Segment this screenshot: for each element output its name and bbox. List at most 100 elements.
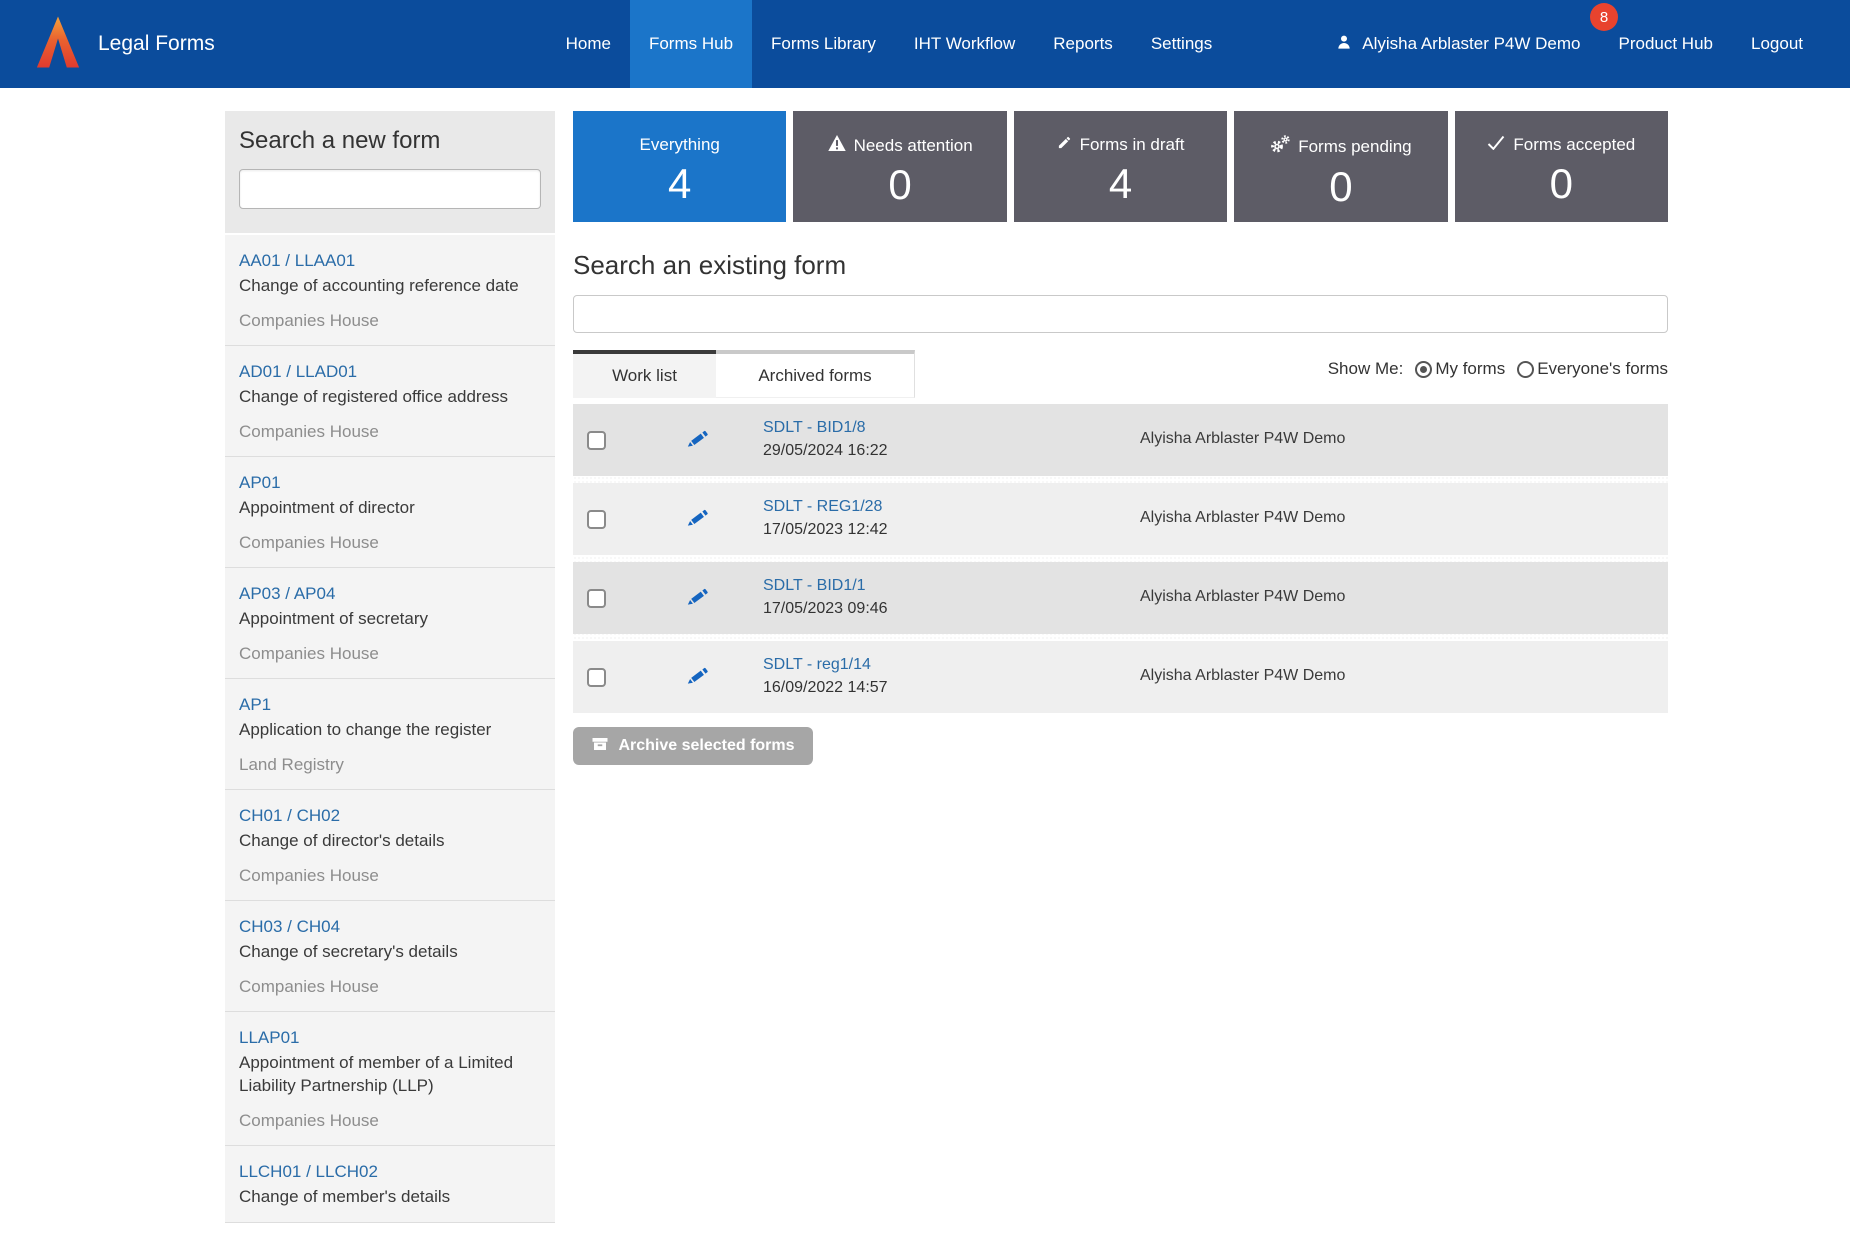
notification-badge[interactable]: 8 bbox=[1590, 3, 1618, 31]
list-item[interactable]: LLCH01 / LLCH02 Change of member's detai… bbox=[225, 1146, 555, 1223]
list-item[interactable]: AA01 / LLAA01 Change of accounting refer… bbox=[225, 235, 555, 346]
list-item[interactable]: CH03 / CH04 Change of secretary's detail… bbox=[225, 901, 555, 1012]
form-code-link[interactable]: AP1 bbox=[239, 695, 541, 715]
form-code-link[interactable]: LLCH01 / LLCH02 bbox=[239, 1162, 541, 1182]
main-nav: Home Forms Hub Forms Library IHT Workflo… bbox=[547, 0, 1822, 88]
table-row: SDLT - REG1/28 17/05/2023 12:42 Alyisha … bbox=[573, 483, 1668, 555]
tile-needs-attention[interactable]: Needs attention 0 bbox=[793, 111, 1006, 222]
tile-label: Forms pending bbox=[1234, 135, 1447, 158]
row-checkbox[interactable] bbox=[587, 431, 606, 450]
archive-box-icon bbox=[591, 735, 609, 758]
list-controls: Work list Archived forms Show Me: My for… bbox=[573, 349, 1668, 398]
list-item[interactable]: AD01 / LLAD01 Change of registered offic… bbox=[225, 346, 555, 457]
form-code-link[interactable]: CH01 / CH02 bbox=[239, 806, 541, 826]
nav-home[interactable]: Home bbox=[547, 0, 630, 88]
radio-my-forms[interactable]: My forms bbox=[1415, 359, 1505, 379]
row-checkbox[interactable] bbox=[587, 510, 606, 529]
tile-label: Everything bbox=[573, 135, 786, 155]
form-category: Companies House bbox=[239, 977, 541, 997]
brand: Legal Forms bbox=[36, 0, 215, 88]
tile-forms-pending[interactable]: Forms pending 0 bbox=[1234, 111, 1447, 222]
edit-pencil-icon[interactable] bbox=[686, 664, 710, 693]
form-description: Change of member's details bbox=[239, 1185, 541, 1208]
form-date: 17/05/2023 12:42 bbox=[763, 521, 888, 539]
form-description: Change of accounting reference date bbox=[239, 274, 541, 297]
form-category: Companies House bbox=[239, 1111, 541, 1131]
legal-forms-logo-icon bbox=[36, 14, 80, 75]
form-category: Companies House bbox=[239, 866, 541, 886]
form-description: Change of registered office address bbox=[239, 385, 541, 408]
edit-pencil-icon[interactable] bbox=[686, 427, 710, 456]
table-row: SDLT - BID1/1 17/05/2023 09:46 Alyisha A… bbox=[573, 562, 1668, 634]
tab-work-list[interactable]: Work list bbox=[573, 350, 716, 398]
form-description: Application to change the register bbox=[239, 718, 541, 741]
row-form-info: SDLT - REG1/28 17/05/2023 12:42 bbox=[763, 498, 888, 539]
tile-label: Forms in draft bbox=[1014, 135, 1227, 155]
list-item[interactable]: AP1 Application to change the register L… bbox=[225, 679, 555, 790]
row-checkbox[interactable] bbox=[587, 668, 606, 687]
form-owner: Alyisha Arblaster P4W Demo bbox=[1140, 667, 1345, 685]
archive-selected-forms-button[interactable]: Archive selected forms bbox=[573, 727, 813, 765]
tile-count: 0 bbox=[1455, 163, 1668, 205]
tile-count: 0 bbox=[793, 164, 1006, 206]
nav-forms-hub[interactable]: Forms Hub bbox=[630, 0, 752, 88]
nav-user-menu[interactable]: Alyisha Arblaster P4W Demo bbox=[1317, 0, 1599, 88]
tab-archived-forms[interactable]: Archived forms bbox=[716, 350, 915, 398]
form-code-link[interactable]: AP03 / AP04 bbox=[239, 584, 541, 604]
form-description: Appointment of member of a Limited Liabi… bbox=[239, 1051, 541, 1097]
form-owner: Alyisha Arblaster P4W Demo bbox=[1140, 509, 1345, 527]
warning-icon bbox=[828, 135, 846, 156]
gears-icon bbox=[1270, 135, 1290, 158]
status-tiles: Everything 4 Needs attention 0 bbox=[573, 111, 1668, 222]
form-owner: Alyisha Arblaster P4W Demo bbox=[1140, 588, 1345, 606]
tile-forms-accepted[interactable]: Forms accepted 0 bbox=[1455, 111, 1668, 222]
row-form-info: SDLT - BID1/8 29/05/2024 16:22 bbox=[763, 419, 888, 460]
form-category: Companies House bbox=[239, 533, 541, 553]
nav-settings[interactable]: Settings bbox=[1132, 0, 1231, 88]
nav-iht-workflow[interactable]: IHT Workflow bbox=[895, 0, 1034, 88]
form-code-link[interactable]: AA01 / LLAA01 bbox=[239, 251, 541, 271]
form-code-link[interactable]: LLAP01 bbox=[239, 1028, 541, 1048]
show-me-filter: Show Me: My forms Everyone's forms bbox=[1328, 359, 1668, 379]
form-link[interactable]: SDLT - reg1/14 bbox=[763, 656, 888, 674]
tile-label: Needs attention bbox=[793, 135, 1006, 156]
sidebar-title: Search a new form bbox=[239, 127, 541, 155]
radio-my-forms-input[interactable] bbox=[1415, 361, 1432, 378]
form-date: 16/09/2022 14:57 bbox=[763, 679, 888, 697]
form-code-link[interactable]: AP01 bbox=[239, 473, 541, 493]
form-link[interactable]: SDLT - REG1/28 bbox=[763, 498, 888, 516]
list-item[interactable]: LLAP01 Appointment of member of a Limite… bbox=[225, 1012, 555, 1146]
existing-form-search-input[interactable] bbox=[573, 295, 1668, 333]
new-form-search-panel: Search a new form bbox=[225, 111, 555, 233]
new-form-search-input[interactable] bbox=[239, 169, 541, 209]
form-code-link[interactable]: AD01 / LLAD01 bbox=[239, 362, 541, 382]
tile-everything[interactable]: Everything 4 bbox=[573, 111, 786, 222]
nav-logout[interactable]: Logout bbox=[1732, 0, 1822, 88]
form-date: 17/05/2023 09:46 bbox=[763, 600, 888, 618]
check-icon bbox=[1487, 135, 1505, 155]
form-description: Appointment of director bbox=[239, 496, 541, 519]
edit-pencil-icon[interactable] bbox=[686, 506, 710, 535]
form-code-link[interactable]: CH03 / CH04 bbox=[239, 917, 541, 937]
table-row: SDLT - BID1/8 29/05/2024 16:22 Alyisha A… bbox=[573, 404, 1668, 476]
form-owner: Alyisha Arblaster P4W Demo bbox=[1140, 430, 1345, 448]
show-me-label: Show Me: bbox=[1328, 359, 1404, 379]
list-item[interactable]: AP03 / AP04 Appointment of secretary Com… bbox=[225, 568, 555, 679]
radio-everyones-forms[interactable]: Everyone's forms bbox=[1517, 359, 1668, 379]
list-item[interactable]: CH01 / CH02 Change of director's details… bbox=[225, 790, 555, 901]
edit-pencil-icon[interactable] bbox=[686, 585, 710, 614]
row-checkbox[interactable] bbox=[587, 589, 606, 608]
tile-forms-in-draft[interactable]: Forms in draft 4 bbox=[1014, 111, 1227, 222]
list-item[interactable]: AP01 Appointment of director Companies H… bbox=[225, 457, 555, 568]
pencil-icon bbox=[1057, 135, 1072, 155]
radio-everyones-forms-input[interactable] bbox=[1517, 361, 1534, 378]
form-link[interactable]: SDLT - BID1/1 bbox=[763, 577, 888, 595]
work-list-rows: SDLT - BID1/8 29/05/2024 16:22 Alyisha A… bbox=[573, 404, 1668, 713]
form-description: Change of secretary's details bbox=[239, 940, 541, 963]
top-navbar: Legal Forms Home Forms Hub Forms Library… bbox=[0, 0, 1850, 88]
nav-reports[interactable]: Reports bbox=[1034, 0, 1132, 88]
nav-forms-library[interactable]: Forms Library bbox=[752, 0, 895, 88]
nav-product-hub[interactable]: Product Hub bbox=[1600, 0, 1733, 88]
tile-label: Forms accepted bbox=[1455, 135, 1668, 155]
form-link[interactable]: SDLT - BID1/8 bbox=[763, 419, 888, 437]
